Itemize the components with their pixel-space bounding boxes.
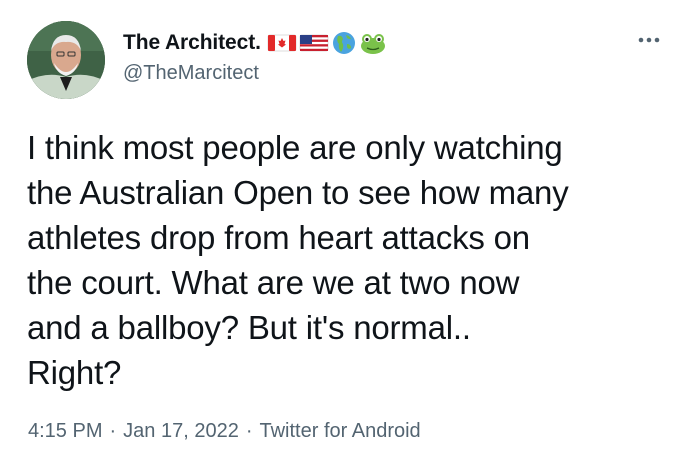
tweet-card: The Architect. @TheMarcitect I think mos…	[0, 0, 690, 457]
name-emojis	[267, 30, 387, 56]
display-name[interactable]: The Architect.	[123, 31, 261, 55]
frog-icon	[360, 34, 385, 54]
tweet-time[interactable]: 4:15 PM	[28, 420, 102, 443]
globe-americas-icon	[332, 32, 355, 54]
meta-separator: ·	[245, 420, 253, 442]
avatar[interactable]	[27, 21, 105, 99]
user-handle[interactable]: @TheMarcitect	[123, 62, 387, 85]
author-block: The Architect. @TheMarcitect	[123, 30, 387, 85]
tweet-meta: 4:15 PM · Jan 17, 2022 · Twitter for And…	[28, 420, 421, 443]
meta-separator: ·	[109, 420, 117, 442]
tweet-source[interactable]: Twitter for Android	[259, 420, 420, 443]
more-options-button[interactable]	[636, 30, 662, 50]
more-options-icon	[638, 37, 660, 43]
canada-flag-icon	[267, 34, 297, 52]
avatar-image	[27, 21, 105, 99]
tweet-text: I think most people are only watching th…	[27, 129, 569, 391]
usa-flag-icon	[299, 34, 329, 52]
tweet-date[interactable]: Jan 17, 2022	[123, 420, 239, 443]
name-row: The Architect.	[123, 30, 387, 56]
